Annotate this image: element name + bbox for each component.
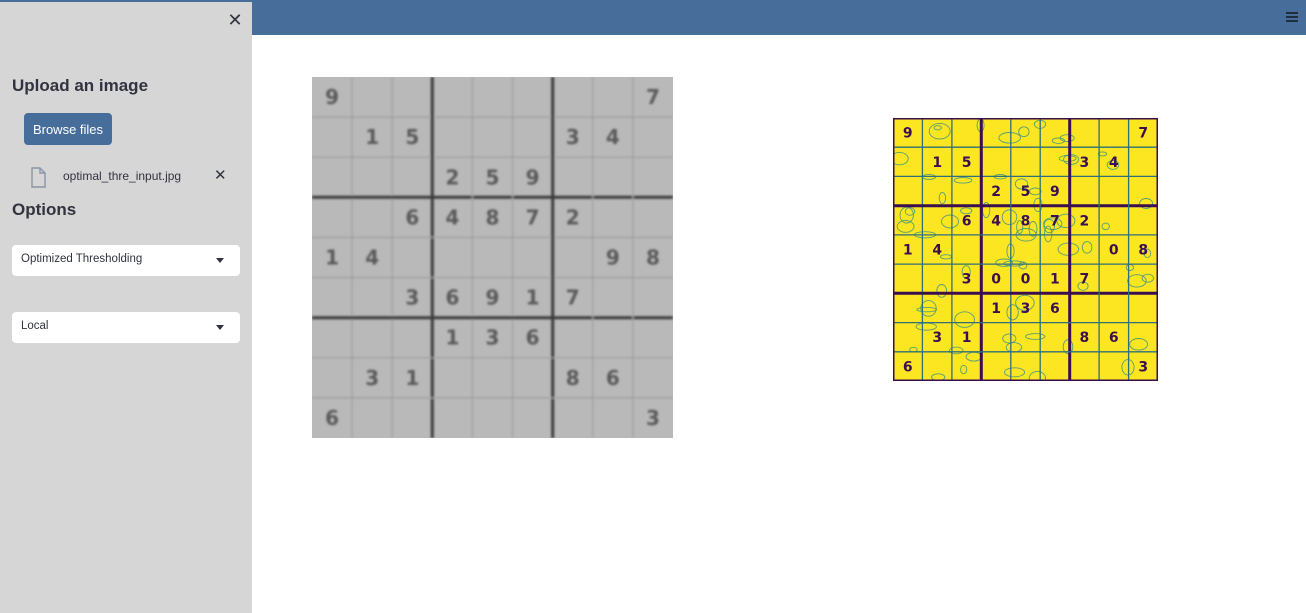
browse-files-button[interactable]: Browse files [24,113,112,145]
output-grid-digit: 6 [1109,330,1119,346]
input-grid-digit: 8 [486,205,500,229]
output-grid-digit: 1 [932,155,942,171]
input-grid-digit: 2 [566,205,580,229]
top-bar [252,0,1306,35]
input-grid-digit: 1 [445,326,459,350]
input-grid-digit: 8 [646,246,660,270]
chevron-down-icon [216,258,224,263]
input-grid-digit: 1 [405,366,419,390]
output-grid-digit: 5 [962,155,972,171]
output-grid-digit: 9 [1050,184,1060,200]
input-sudoku-image: 9 71 5 3 42 5 96 4 8 7 21 4 9 83 6 9 1 71 3 63 1 8 66 3 [312,77,673,438]
input-grid-digit: 6 [606,366,620,390]
app-window: ✕ Upload an image Browse files optimal_t… [0,0,1306,613]
file-icon [31,167,46,188]
options-heading: Options [12,200,77,219]
input-grid-digit: 6 [526,326,540,350]
method-select[interactable]: Optimized Thresholding [12,245,240,276]
output-grid-digit: 7 [1138,126,1148,142]
input-grid-digit: 3 [486,326,500,350]
input-grid-digit: 5 [405,125,419,149]
scope-select[interactable]: Local [12,312,240,343]
input-grid-digit: 7 [646,85,660,109]
input-grid-digit: 1 [365,125,379,149]
remove-file-icon[interactable]: ✕ [214,166,227,184]
input-grid-digit: 4 [365,246,379,270]
input-grid-digit: 9 [486,286,500,310]
output-grid-digit: 1 [1050,272,1060,288]
output-grid-digit: 0 [991,272,1001,288]
input-grid-digit: 5 [486,165,500,189]
input-grid-digit: 3 [405,286,419,310]
output-grid-digit: 9 [903,126,913,142]
output-grid-digit: 0 [1021,272,1031,288]
input-grid-digit: 8 [566,366,580,390]
output-grid-digit: 5 [1021,184,1031,200]
output-grid-digit: 2 [991,184,1001,200]
output-grid-digit: 1 [962,330,972,346]
output-grid-digit: 3 [1021,301,1031,317]
input-grid-digit: 6 [325,406,339,430]
output-grid-digit: 3 [932,330,942,346]
output-grid-digit: 6 [903,359,913,375]
output-grid-digit: 7 [1080,272,1090,288]
input-grid-digit: 9 [606,246,620,270]
output-grid-digit: 8 [1080,330,1090,346]
input-grid-digit: 7 [566,286,580,310]
method-select-value: Optimized Thresholding [21,253,143,265]
input-grid-digit: 6 [445,286,459,310]
input-grid-digit: 1 [325,246,339,270]
output-grid-digit: 4 [991,213,1001,229]
output-grid-digit: 6 [1050,301,1060,317]
output-grid-digit: 3 [962,272,972,288]
menu-icon[interactable] [1286,12,1298,22]
input-grid-digit: 1 [526,286,540,310]
chevron-down-icon [216,325,224,330]
uploaded-file-name: optimal_thre_input.jpg [63,169,182,183]
output-grid-digit: 8 [1021,213,1031,229]
output-threshold-image: 9 71 5 3 42 5 96 4 8 7 21 4 0 83 0 0 1 71 3 63 1 8 66 3 [893,118,1158,381]
output-grid-digit: 2 [1080,213,1090,229]
scope-select-value: Local [21,320,49,332]
output-grid-digit: 3 [1080,155,1090,171]
input-grid-digit: 9 [526,165,540,189]
output-grid-digit: 6 [962,213,972,229]
input-grid-digit: 7 [526,205,540,229]
input-grid-digit: 3 [365,366,379,390]
output-grid-digit: 7 [1050,213,1060,229]
output-grid-digit: 1 [903,243,913,259]
close-icon[interactable]: ✕ [226,11,244,29]
input-grid-digit: 3 [566,125,580,149]
upload-heading: Upload an image [12,76,149,95]
uploaded-file-row: optimal_thre_input.jpg ✕ [28,166,238,192]
input-grid-digit: 6 [405,205,419,229]
output-grid-digit: 3 [1138,359,1148,375]
output-grid-digit: 0 [1109,243,1119,259]
output-grid-digit: 4 [1109,155,1119,171]
input-grid-digit: 2 [445,165,459,189]
input-grid-digit: 4 [445,205,459,229]
input-grid-digit: 9 [325,85,339,109]
input-grid-digit: 4 [606,125,620,149]
sidebar: ✕ Upload an image Browse files optimal_t… [0,0,252,613]
output-grid-digit: 4 [932,243,942,259]
input-grid-digit: 3 [646,406,660,430]
output-grid-digit: 1 [991,301,1001,317]
output-grid-digit: 8 [1138,243,1148,259]
